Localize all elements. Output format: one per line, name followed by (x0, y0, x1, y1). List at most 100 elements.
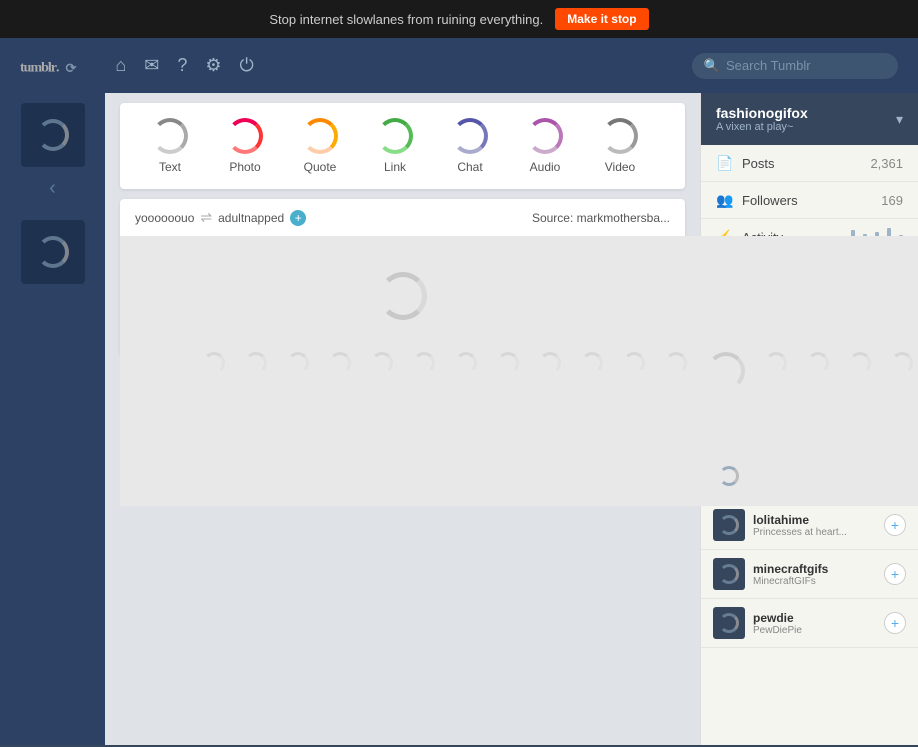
post-type-video[interactable]: Video (585, 113, 655, 179)
chat-type-icon (452, 118, 488, 154)
text-type-label: Text (159, 160, 181, 174)
blog-info-pewdie: pewdie PewDiePie (753, 611, 876, 636)
post-type-chat[interactable]: Chat (435, 113, 505, 179)
photo-type-icon (227, 118, 263, 154)
avatar-loading-spinner (37, 119, 69, 151)
blog-info: fashionogifox A vixen at play~ (716, 105, 808, 133)
center-feed: Text Photo Quote Link Chat Audio (105, 93, 700, 745)
post-type-quote[interactable]: Quote (285, 113, 355, 179)
post-type-link[interactable]: Link (360, 113, 430, 179)
blog-avatar-spinner-2 (719, 564, 739, 584)
recommended-blog-3: pewdie PewDiePie + (701, 599, 918, 648)
load-spinner-4 (329, 352, 351, 356)
quote-type-label: Quote (304, 160, 337, 174)
user-avatar-2[interactable] (21, 220, 85, 284)
follow-button-pewdie[interactable]: + (884, 612, 906, 634)
blog-name-lolitahime: lolitahime (753, 513, 876, 527)
video-type-label: Video (605, 160, 635, 174)
post-header: yoooooouо ⇌ adultnapped + Source: markmo… (120, 199, 685, 236)
post-reblog-from: adultnapped (218, 211, 284, 225)
posts-icon: 📄 (716, 154, 734, 172)
blog-name: fashionogifox (716, 105, 808, 121)
post-type-photo[interactable]: Photo (210, 113, 280, 179)
post-source: Source: markmothersba... (532, 211, 670, 225)
video-type-icon (602, 118, 638, 154)
load-spinner-12 (665, 352, 685, 356)
sidebar-followers[interactable]: 👥 Followers 169 (701, 182, 918, 219)
search-input[interactable] (726, 58, 886, 73)
blog-desc-pewdie: PewDiePie (753, 625, 876, 636)
load-spinner-9 (539, 352, 561, 356)
followers-label: Followers (742, 193, 873, 208)
audio-type-icon (527, 118, 563, 154)
nav-icons: ⌂ ✉ ? ⚙ ⏻ (115, 55, 671, 76)
text-type-icon (152, 118, 188, 154)
link-type-label: Link (384, 160, 406, 174)
help-icon[interactable]: ? (177, 55, 187, 76)
reblog-icon: ⇌ (200, 209, 212, 226)
post-card: yoooooouо ⇌ adultnapped + Source: markmo… (120, 199, 685, 356)
post-loading-spinner-bottom (379, 272, 427, 320)
photo-type-label: Photo (229, 160, 260, 174)
collapse-left-icon[interactable]: ‹ (49, 177, 56, 200)
power-icon[interactable]: ⏻ (240, 55, 254, 76)
search-box: 🔍 (692, 53, 898, 79)
recommended-blog-2: minecraftgifs MinecraftGIFs + (701, 550, 918, 599)
user-avatar-1[interactable] (21, 103, 85, 167)
link-type-icon (377, 118, 413, 154)
blog-avatar-spinner-3 (719, 613, 739, 633)
audio-type-label: Audio (530, 160, 561, 174)
blog-avatar-pewdie (713, 607, 745, 639)
load-spinner-8 (497, 352, 519, 356)
post-author: yoooooouо (135, 211, 194, 225)
post-type-bar: Text Photo Quote Link Chat Audio (120, 103, 685, 189)
avatar-loading-spinner-2 (37, 236, 69, 268)
blog-dropdown-icon[interactable]: ▾ (896, 111, 903, 128)
blog-desc-lolitahime: Princesses at heart... (753, 527, 876, 538)
main-header: tumblr. ⟳ ⌂ ✉ ? ⚙ ⏻ 🔍 (0, 38, 918, 93)
post-type-audio[interactable]: Audio (510, 113, 580, 179)
load-spinner-6 (413, 352, 435, 356)
blog-header[interactable]: fashionogifox A vixen at play~ ▾ (701, 93, 918, 145)
logo-dot: . (56, 61, 59, 76)
blog-desc-minecraftgifs: MinecraftGIFs (753, 576, 876, 587)
load-spinner-5 (371, 352, 393, 356)
announcement-banner: Stop internet slowlanes from ruining eve… (0, 0, 918, 38)
post-type-text[interactable]: Text (135, 113, 205, 179)
main-layout: ‹ Text Photo Quote Link (0, 93, 918, 745)
follow-post-author-button[interactable]: + (290, 210, 306, 226)
load-spinner-2 (245, 352, 267, 356)
chat-type-label: Chat (457, 160, 482, 174)
sidebar-posts[interactable]: 📄 Posts 2,361 (701, 145, 918, 182)
settings-icon[interactable]: ⚙ (205, 55, 221, 76)
banner-text: Stop internet slowlanes from ruining eve… (269, 12, 543, 27)
post-header-left: yoooooouо ⇌ adultnapped + (135, 209, 306, 226)
recommended-blog-1: lolitahime Princesses at heart... + (701, 501, 918, 550)
blog-avatar-lolitahime (713, 509, 745, 541)
blog-avatar-spinner-1 (719, 515, 739, 535)
banner-cta-button[interactable]: Make it stop (555, 8, 648, 30)
load-spinner-7 (455, 352, 477, 356)
blog-name-minecraftgifs: minecraftgifs (753, 562, 876, 576)
follow-button-minecraftgifs[interactable]: + (884, 563, 906, 585)
blog-avatar-minecraftgifs (713, 558, 745, 590)
left-sidebar: ‹ (0, 93, 105, 745)
followers-icon: 👥 (716, 191, 734, 209)
blog-avatar-spinner-0 (719, 466, 739, 486)
load-spinner-11 (623, 352, 645, 356)
load-spinner-1 (203, 352, 225, 356)
follow-button-lolitahime[interactable]: + (884, 514, 906, 536)
blog-subtitle: A vixen at play~ (716, 121, 808, 133)
followers-count: 169 (881, 193, 903, 208)
posts-label: Posts (742, 156, 862, 171)
quote-type-icon (302, 118, 338, 154)
load-spinner-3 (287, 352, 309, 356)
blog-name-pewdie: pewdie (753, 611, 876, 625)
blog-info-lolitahime: lolitahime Princesses at heart... (753, 513, 876, 538)
logo-spinner-icon: ⟳ (66, 61, 76, 76)
mail-icon[interactable]: ✉ (144, 55, 159, 76)
blog-info-minecraftgifs: minecraftgifs MinecraftGIFs (753, 562, 876, 587)
tumblr-logo: tumblr. ⟳ (20, 47, 75, 84)
search-icon: 🔍 (704, 58, 720, 74)
home-icon[interactable]: ⌂ (115, 55, 126, 76)
